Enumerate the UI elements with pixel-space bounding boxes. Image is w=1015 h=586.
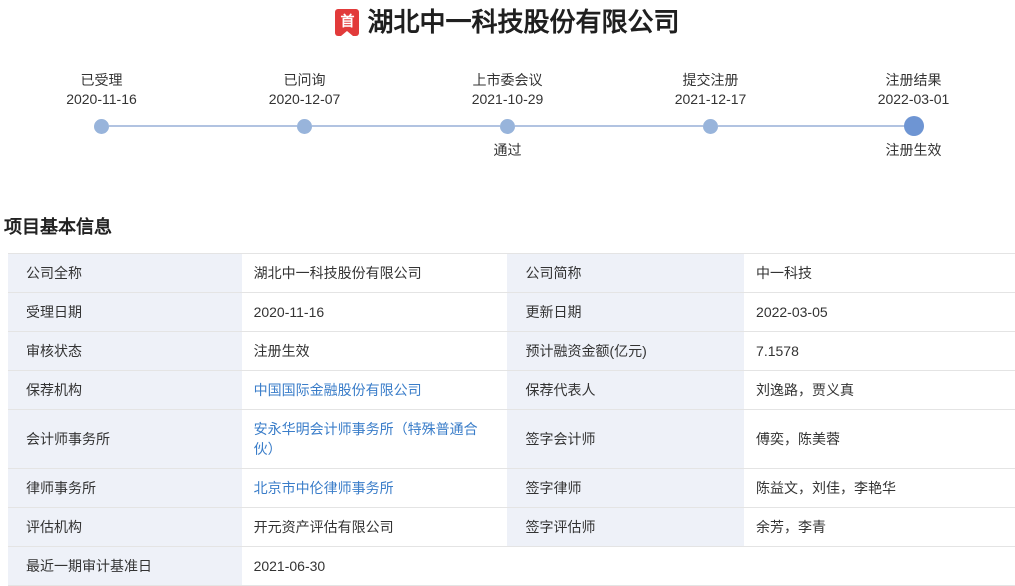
field-label: 更新日期 bbox=[507, 293, 744, 332]
field-label: 保荐代表人 bbox=[507, 371, 744, 410]
stage-label: 注册结果 bbox=[886, 71, 942, 90]
ipo-first-issue-badge-icon: 首 bbox=[335, 9, 359, 36]
field-label: 律师事务所 bbox=[4, 469, 242, 508]
field-label: 签字评估师 bbox=[507, 508, 744, 547]
timeline-dot-active-icon bbox=[904, 116, 924, 136]
timeline-line bbox=[109, 125, 203, 127]
timeline-dot-icon bbox=[297, 119, 312, 134]
field-value: 7.1578 bbox=[744, 332, 1015, 371]
stage-date: 2021-12-17 bbox=[675, 90, 747, 109]
timeline-line bbox=[515, 125, 609, 127]
timeline-line bbox=[609, 125, 703, 127]
field-label: 公司简称 bbox=[507, 254, 744, 293]
timeline-stage-accepted: 已受理 2020-11-16 bbox=[0, 71, 203, 160]
field-value: 注册生效 bbox=[242, 332, 508, 371]
field-value bbox=[744, 547, 1015, 586]
stage-label: 提交注册 bbox=[683, 71, 739, 90]
stage-label: 已问询 bbox=[284, 71, 326, 90]
stage-date: 2022-03-01 bbox=[878, 90, 950, 109]
table-row: 会计师事务所 安永华明会计师事务所（特殊普通合伙） 签字会计师 傅奕，陈美蓉 bbox=[4, 410, 1015, 469]
timeline-line bbox=[0, 125, 94, 127]
stage-label: 已受理 bbox=[81, 71, 123, 90]
stage-sub-label: 通过 bbox=[494, 141, 522, 160]
table-row: 评估机构 开元资产评估有限公司 签字评估师 余芳，李青 bbox=[4, 508, 1015, 547]
timeline-line bbox=[406, 125, 500, 127]
table-row: 保荐机构 中国国际金融股份有限公司 保荐代表人 刘逸路，贾义真 bbox=[4, 371, 1015, 410]
field-value: 刘逸路，贾义真 bbox=[744, 371, 1015, 410]
field-label: 预计融资金额(亿元) bbox=[507, 332, 744, 371]
timeline-stage-submit-registration: 提交注册 2021-12-17 bbox=[609, 71, 812, 160]
table-row: 公司全称 湖北中一科技股份有限公司 公司简称 中一科技 bbox=[4, 254, 1015, 293]
field-label: 受理日期 bbox=[4, 293, 242, 332]
table-row: 律师事务所 北京市中伦律师事务所 签字律师 陈益文，刘佳，李艳华 bbox=[4, 469, 1015, 508]
field-value: 2022-03-05 bbox=[744, 293, 1015, 332]
timeline-line bbox=[924, 125, 1015, 127]
accounting-firm-link[interactable]: 安永华明会计师事务所（特殊普通合伙） bbox=[254, 421, 478, 457]
field-label: 公司全称 bbox=[4, 254, 242, 293]
timeline-stage-committee-meeting: 上市委会议 2021-10-29 通过 bbox=[406, 71, 609, 160]
timeline-line bbox=[203, 125, 297, 127]
field-label: 最近一期审计基准日 bbox=[4, 547, 242, 586]
field-value: 湖北中一科技股份有限公司 bbox=[242, 254, 508, 293]
field-label: 签字会计师 bbox=[507, 410, 744, 469]
timeline-line bbox=[812, 125, 904, 127]
timeline-stage-registration-result: 注册结果 2022-03-01 注册生效 bbox=[812, 71, 1015, 160]
field-value: 傅奕，陈美蓉 bbox=[744, 410, 1015, 469]
timeline-dot-icon bbox=[94, 119, 109, 134]
field-value: 开元资产评估有限公司 bbox=[242, 508, 508, 547]
field-label: 审核状态 bbox=[4, 332, 242, 371]
review-status-timeline: 已受理 2020-11-16 已问询 2020-12-07 上市委会议 2021… bbox=[0, 71, 1015, 160]
stage-date: 2020-12-07 bbox=[269, 90, 341, 109]
field-value: 中一科技 bbox=[744, 254, 1015, 293]
stage-date: 2020-11-16 bbox=[66, 90, 137, 109]
timeline-stage-inquired: 已问询 2020-12-07 bbox=[203, 71, 406, 160]
timeline-line bbox=[718, 125, 812, 127]
field-label: 评估机构 bbox=[4, 508, 242, 547]
field-value: 余芳，李青 bbox=[744, 508, 1015, 547]
stage-sub-label: 注册生效 bbox=[886, 141, 942, 160]
timeline-dot-icon bbox=[703, 119, 718, 134]
timeline-line bbox=[312, 125, 406, 127]
stage-label: 上市委会议 bbox=[473, 71, 543, 90]
project-basic-info-table: 公司全称 湖北中一科技股份有限公司 公司简称 中一科技 受理日期 2020-11… bbox=[0, 253, 1015, 586]
law-firm-link[interactable]: 北京市中伦律师事务所 bbox=[254, 480, 394, 496]
page-title: 湖北中一科技股份有限公司 bbox=[367, 7, 679, 37]
timeline-dot-icon bbox=[500, 119, 515, 134]
table-row: 受理日期 2020-11-16 更新日期 2022-03-05 bbox=[4, 293, 1015, 332]
page-header: 首 湖北中一科技股份有限公司 bbox=[0, 0, 1015, 37]
table-row: 审核状态 注册生效 预计融资金额(亿元) 7.1578 bbox=[4, 332, 1015, 371]
stage-date: 2021-10-29 bbox=[472, 90, 544, 109]
field-label-empty bbox=[507, 547, 744, 586]
field-value: 陈益文，刘佳，李艳华 bbox=[744, 469, 1015, 508]
table-row: 最近一期审计基准日 2021-06-30 bbox=[4, 547, 1015, 586]
section-title-basic-info: 项目基本信息 bbox=[4, 216, 1015, 238]
field-value: 2020-11-16 bbox=[242, 293, 508, 332]
field-label: 签字律师 bbox=[507, 469, 744, 508]
field-value: 2021-06-30 bbox=[242, 547, 508, 586]
field-label: 会计师事务所 bbox=[4, 410, 242, 469]
sponsor-institution-link[interactable]: 中国国际金融股份有限公司 bbox=[254, 382, 422, 398]
field-label: 保荐机构 bbox=[4, 371, 242, 410]
